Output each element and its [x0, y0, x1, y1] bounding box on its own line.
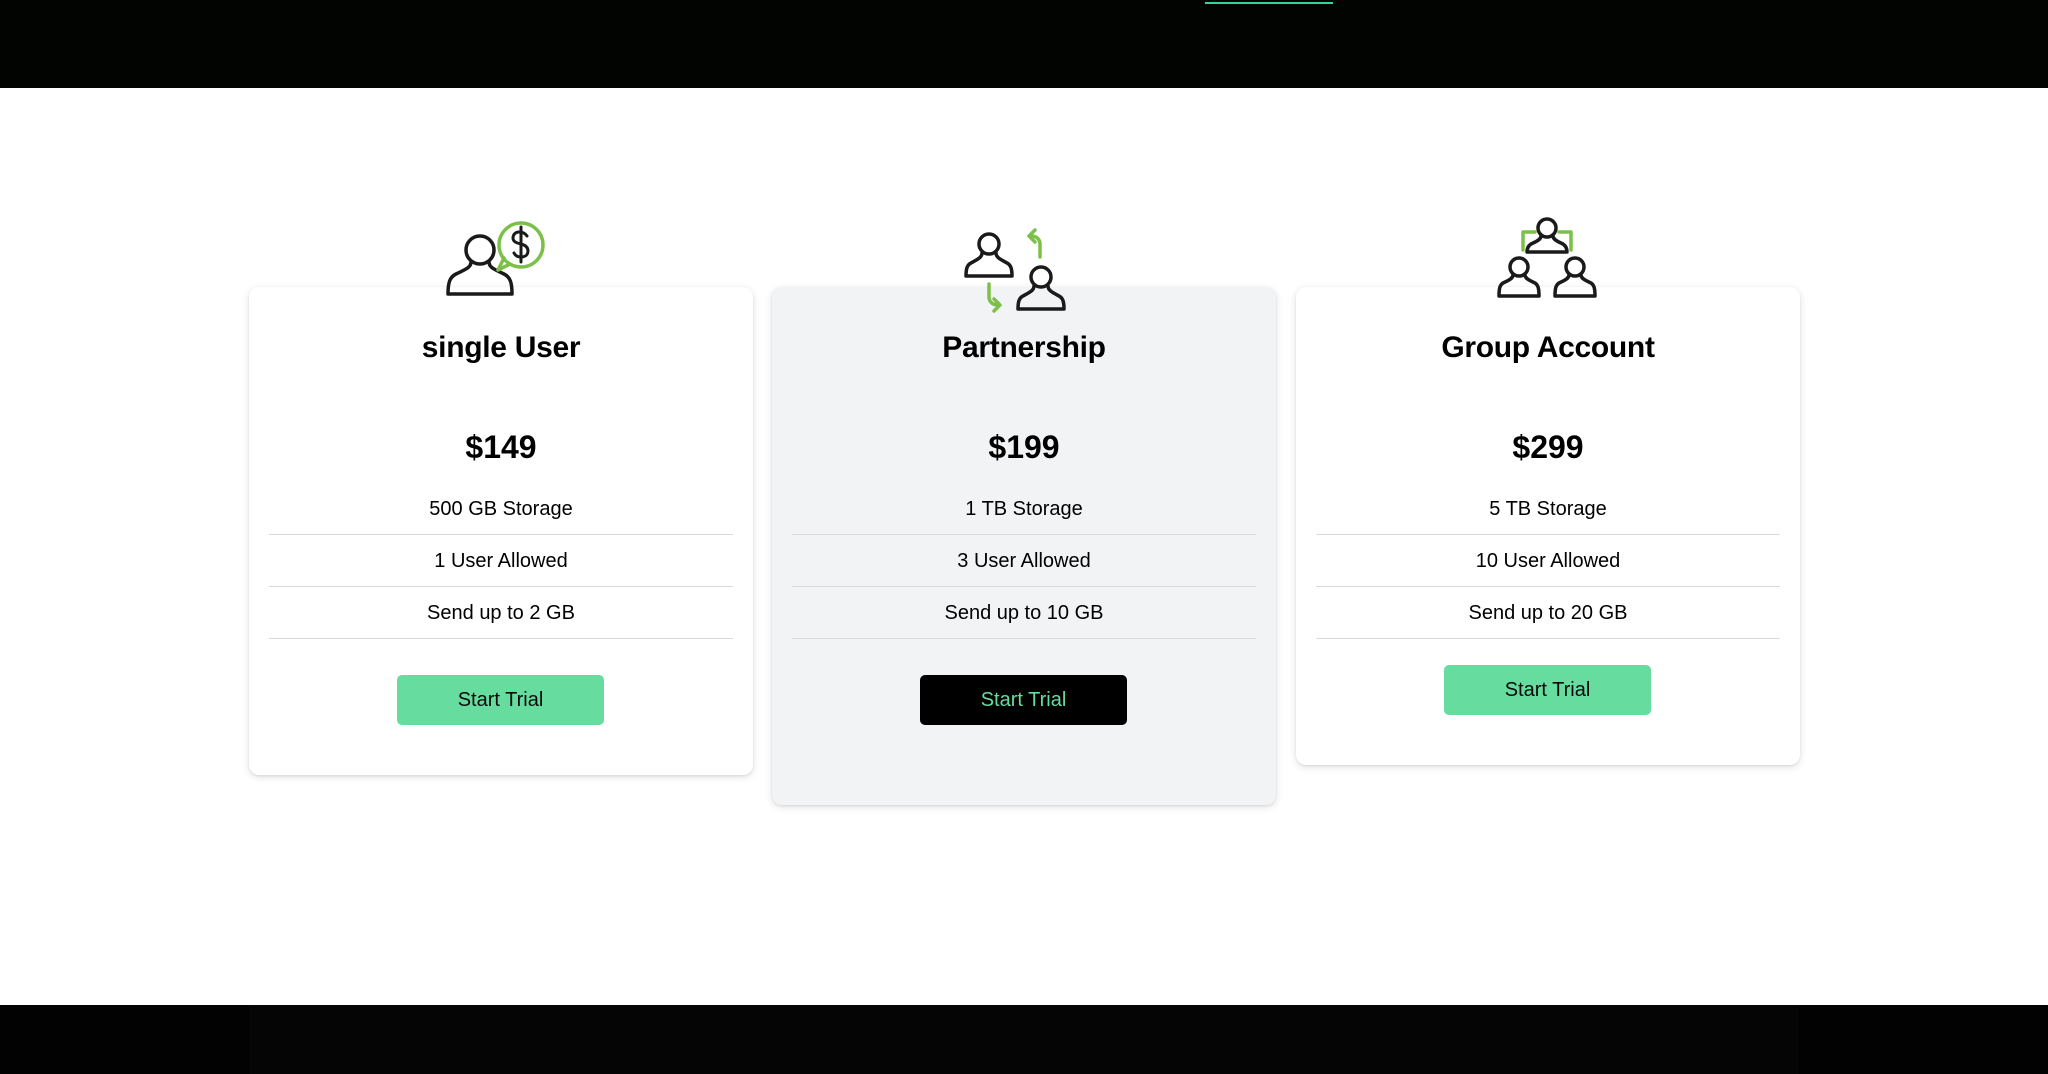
feature-item: 1 TB Storage: [792, 483, 1256, 535]
feature-item: 3 User Allowed: [792, 535, 1256, 587]
feature-list: 5 TB Storage 10 User Allowed Send up to …: [1316, 483, 1780, 639]
plan-price: $299: [1512, 429, 1584, 465]
plan-price: $149: [465, 429, 537, 465]
user-dollar-icon: [440, 212, 560, 312]
feature-item: Send up to 2 GB: [269, 587, 733, 639]
feature-item: 1 User Allowed: [269, 535, 733, 587]
pricing-card-partnership: Partnership $199 1 TB Storage 3 User All…: [772, 287, 1276, 805]
footer-bar: [0, 1005, 2048, 1074]
feature-item: 10 User Allowed: [1316, 535, 1780, 587]
start-trial-button[interactable]: Start Trial: [1444, 665, 1651, 715]
plan-title: Group Account: [1441, 331, 1655, 364]
feature-item: 500 GB Storage: [269, 483, 733, 535]
group-users-icon: [1487, 212, 1607, 312]
feature-list: 500 GB Storage 1 User Allowed Send up to…: [269, 483, 733, 639]
top-header-bar: [0, 0, 2048, 88]
feature-item: 5 TB Storage: [1316, 483, 1780, 535]
pricing-card-single-user: single User $149 500 GB Storage 1 User A…: [249, 287, 753, 775]
feature-item: Send up to 10 GB: [792, 587, 1256, 639]
footer-inner: [249, 1005, 1799, 1074]
pricing-card-group-account: Group Account $299 5 TB Storage 10 User …: [1296, 287, 1800, 765]
header-link[interactable]: [1205, 0, 1333, 4]
plan-title: Partnership: [942, 331, 1106, 364]
start-trial-button[interactable]: Start Trial: [397, 675, 604, 725]
start-trial-button[interactable]: Start Trial: [920, 675, 1127, 725]
feature-item: Send up to 20 GB: [1316, 587, 1780, 639]
feature-list: 1 TB Storage 3 User Allowed Send up to 1…: [792, 483, 1256, 639]
plan-title: single User: [421, 331, 581, 364]
partnership-exchange-icon: [963, 222, 1083, 322]
plan-price: $199: [988, 429, 1060, 465]
